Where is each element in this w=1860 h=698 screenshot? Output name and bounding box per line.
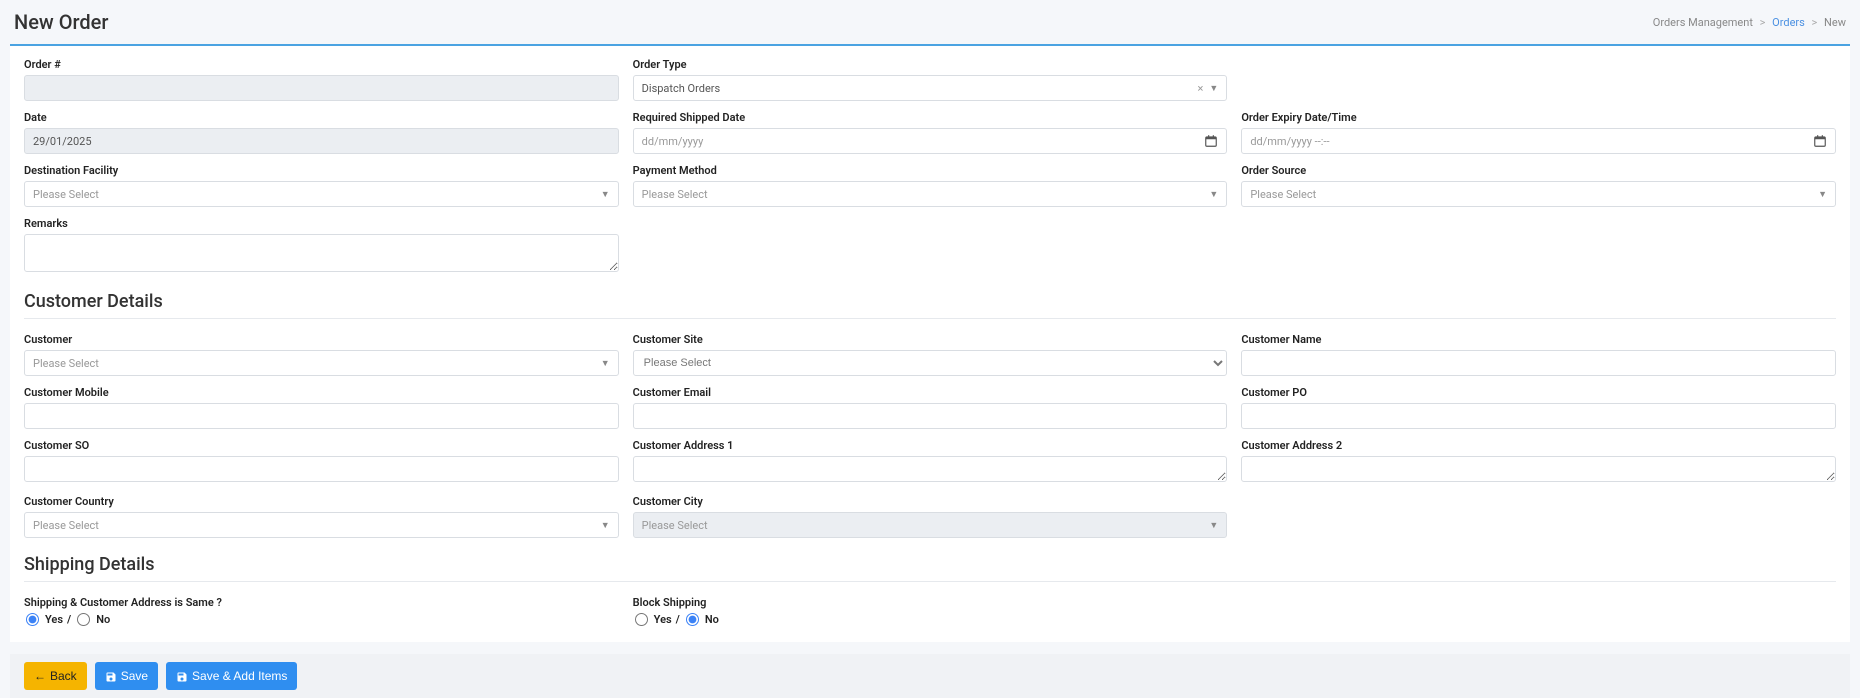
block-shipping-radio-group: Yes / No xyxy=(633,613,1228,626)
customer-city-label: Customer City xyxy=(633,495,1228,508)
customer-email-label: Customer Email xyxy=(633,386,1228,399)
breadcrumb-current: New xyxy=(1824,16,1846,29)
destination-facility-select[interactable]: Please Select ▼ xyxy=(24,181,619,207)
divider xyxy=(24,318,1836,319)
customer-select[interactable]: Please Select ▼ xyxy=(24,350,619,376)
radio-yes-label: Yes xyxy=(45,613,63,626)
customer-address1-label: Customer Address 1 xyxy=(633,439,1228,452)
chevron-down-icon: ▼ xyxy=(1209,520,1218,531)
divider xyxy=(24,581,1836,582)
customer-email-input[interactable] xyxy=(633,403,1228,429)
customer-so-label: Customer SO xyxy=(24,439,619,452)
same-address-label: Shipping & Customer Address is Same ? xyxy=(24,596,619,609)
required-shipped-date-input[interactable]: dd/mm/yyyy xyxy=(633,128,1228,154)
footer-actions: ← Back Save Save & Add Items xyxy=(10,654,1850,698)
order-source-select[interactable]: Please Select ▼ xyxy=(1241,181,1836,207)
order-source-label: Order Source xyxy=(1241,164,1836,177)
order-type-label: Order Type xyxy=(633,58,1228,71)
save-icon xyxy=(105,669,117,683)
chevron-down-icon: ▼ xyxy=(601,358,610,369)
customer-details-heading: Customer Details xyxy=(24,291,1836,312)
breadcrumb-sep: > xyxy=(1812,16,1818,29)
calendar-icon xyxy=(1204,134,1218,148)
chevron-down-icon: ▼ xyxy=(601,189,610,200)
customer-address2-textarea[interactable] xyxy=(1241,456,1836,482)
radio-no-label: No xyxy=(96,613,110,626)
calendar-icon xyxy=(1813,134,1827,148)
customer-so-input[interactable] xyxy=(24,456,619,482)
date-label: Date xyxy=(24,111,619,124)
chevron-down-icon: ▼ xyxy=(1209,83,1218,94)
back-button[interactable]: ← Back xyxy=(24,662,87,690)
block-shipping-yes-radio[interactable] xyxy=(635,613,648,626)
chevron-down-icon: ▼ xyxy=(1209,189,1218,200)
breadcrumb: Orders Management > Orders > New xyxy=(1653,16,1846,29)
breadcrumb-sep: > xyxy=(1760,16,1766,29)
order-expiry-label: Order Expiry Date/Time xyxy=(1241,111,1836,124)
breadcrumb-root: Orders Management xyxy=(1653,16,1753,29)
shipping-details-heading: Shipping Details xyxy=(24,554,1836,575)
customer-address1-textarea[interactable] xyxy=(633,456,1228,482)
customer-label: Customer xyxy=(24,333,619,346)
payment-method-select[interactable]: Please Select ▼ xyxy=(633,181,1228,207)
order-type-value: Dispatch Orders xyxy=(642,82,1198,95)
page-title: New Order xyxy=(14,10,108,34)
block-shipping-label: Block Shipping xyxy=(633,596,1228,609)
date-input: 29/01/2025 xyxy=(24,128,619,154)
customer-name-label: Customer Name xyxy=(1241,333,1836,346)
chevron-down-icon: ▼ xyxy=(601,520,610,531)
customer-mobile-label: Customer Mobile xyxy=(24,386,619,399)
save-add-items-button[interactable]: Save & Add Items xyxy=(166,662,297,690)
block-shipping-no-radio[interactable] xyxy=(686,613,699,626)
customer-country-label: Customer Country xyxy=(24,495,619,508)
customer-mobile-input[interactable] xyxy=(24,403,619,429)
save-button[interactable]: Save xyxy=(95,662,158,690)
clear-icon[interactable]: × xyxy=(1198,82,1204,95)
customer-name-input[interactable] xyxy=(1241,350,1836,376)
page-header: New Order Orders Management > Orders > N… xyxy=(0,0,1860,44)
main-form-card: Order # Order Type Dispatch Orders × ▼ D… xyxy=(10,44,1850,642)
destination-facility-label: Destination Facility xyxy=(24,164,619,177)
same-address-yes-radio[interactable] xyxy=(26,613,39,626)
customer-site-label: Customer Site xyxy=(633,333,1228,346)
customer-site-select[interactable]: Please Select xyxy=(633,350,1228,376)
remarks-textarea[interactable] xyxy=(24,234,619,272)
remarks-label: Remarks xyxy=(24,217,619,230)
chevron-down-icon: ▼ xyxy=(1818,189,1827,200)
radio-yes-label: Yes xyxy=(654,613,672,626)
save-icon xyxy=(176,669,188,683)
customer-address2-label: Customer Address 2 xyxy=(1241,439,1836,452)
customer-city-select[interactable]: Please Select ▼ xyxy=(633,512,1228,538)
same-address-no-radio[interactable] xyxy=(77,613,90,626)
order-type-select[interactable]: Dispatch Orders × ▼ xyxy=(633,75,1228,101)
required-shipped-date-label: Required Shipped Date xyxy=(633,111,1228,124)
customer-po-label: Customer PO xyxy=(1241,386,1836,399)
order-number-input xyxy=(24,75,619,101)
order-number-label: Order # xyxy=(24,58,619,71)
customer-country-select[interactable]: Please Select ▼ xyxy=(24,512,619,538)
customer-po-input[interactable] xyxy=(1241,403,1836,429)
same-address-radio-group: Yes / No xyxy=(24,613,619,626)
arrow-left-icon: ← xyxy=(34,669,46,683)
radio-no-label: No xyxy=(705,613,719,626)
breadcrumb-link-orders[interactable]: Orders xyxy=(1772,16,1805,29)
payment-method-label: Payment Method xyxy=(633,164,1228,177)
order-expiry-input[interactable]: dd/mm/yyyy --:-- xyxy=(1241,128,1836,154)
